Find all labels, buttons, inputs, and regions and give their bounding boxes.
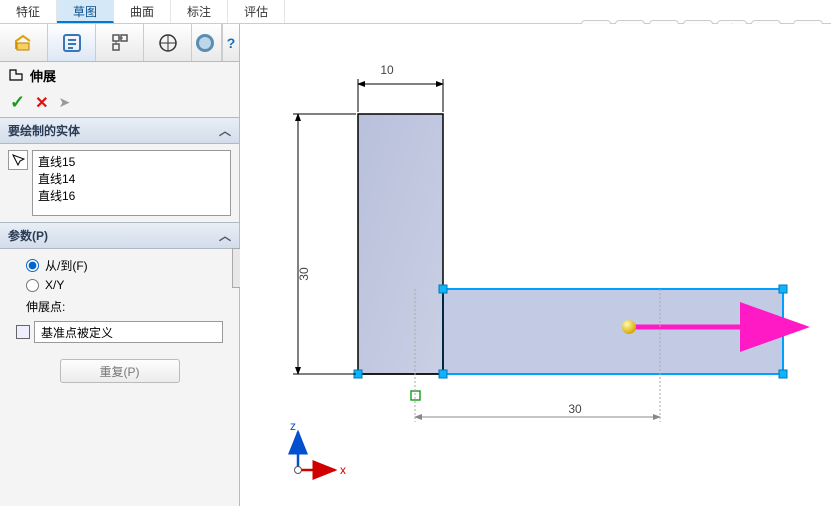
graphics-area[interactable]: 10 30 30 x z (240, 24, 831, 506)
selection-handle[interactable] (439, 285, 447, 293)
list-item[interactable]: 直线16 (38, 188, 225, 205)
dimxpert-tab[interactable] (144, 24, 192, 61)
panel-subtabs: ? (0, 24, 239, 62)
extend-icon (8, 67, 24, 83)
tab-features[interactable]: 特征 (0, 0, 57, 23)
pin-button[interactable]: ➤ (59, 94, 71, 111)
feature-title: 伸展 (30, 66, 56, 85)
tab-evaluate[interactable]: 评估 (228, 0, 285, 23)
datum-row (8, 319, 231, 345)
radio-xy-input[interactable] (26, 279, 39, 292)
datum-field[interactable] (34, 321, 223, 343)
radio-fromto[interactable]: 从/到(F) (8, 255, 231, 276)
ok-button[interactable]: ✓ (10, 92, 25, 113)
feature-tree-tab[interactable] (0, 24, 48, 61)
tab-sketch[interactable]: 草图 (57, 0, 114, 23)
list-item[interactable]: 直线15 (38, 154, 225, 171)
entities-box: 直线15 直线14 直线16 (8, 150, 231, 216)
more-tab[interactable] (192, 24, 222, 61)
chevron-up-icon: ︿ (219, 227, 231, 244)
axis-z-label: z (290, 419, 296, 433)
axis-triad[interactable]: x z (280, 418, 350, 488)
datum-pick-button[interactable] (16, 325, 30, 339)
radio-xy-label: X/Y (45, 278, 64, 292)
entities-section-header[interactable]: 要绘制的实体 ︿ (0, 117, 239, 144)
repeat-button[interactable]: 重复(P) (60, 359, 180, 383)
select-entity-button[interactable] (8, 150, 28, 170)
selection-handle[interactable] (779, 370, 787, 378)
cancel-button[interactable]: ✕ (35, 93, 48, 113)
tab-surface[interactable]: 曲面 (114, 0, 171, 23)
feature-header: 伸展 (0, 62, 239, 88)
command-row: ✓ ✕ ➤ (0, 88, 239, 117)
help-icon[interactable]: ? (222, 24, 239, 61)
property-tab[interactable] (48, 24, 96, 61)
drag-handle-ball[interactable] (622, 320, 636, 334)
selected-region[interactable] (443, 289, 783, 374)
radio-fromto-label: 从/到(F) (45, 257, 88, 274)
radio-fromto-input[interactable] (26, 259, 39, 272)
entities-list[interactable]: 直线15 直线14 直线16 (32, 150, 231, 216)
params-body: 从/到(F) X/Y 伸展点: 重复(P) (0, 249, 239, 389)
property-manager: ? 伸展 ✓ ✕ ➤ 要绘制的实体 ︿ 直线15 直线14 直线16 参数(P)… (0, 24, 240, 506)
dimension-value-top[interactable]: 10 (380, 63, 394, 77)
radio-xy[interactable]: X/Y (8, 276, 231, 294)
selection-handle[interactable] (779, 285, 787, 293)
entities-section-title: 要绘制的实体 (8, 122, 80, 139)
sketch-region-left[interactable] (358, 114, 443, 374)
config-tab[interactable] (96, 24, 144, 61)
list-item[interactable]: 直线14 (38, 171, 225, 188)
tab-annotate[interactable]: 标注 (171, 0, 228, 23)
axis-x-label: x (340, 463, 346, 477)
dimension-value-left[interactable]: 30 (297, 267, 311, 281)
selection-handle[interactable] (439, 370, 447, 378)
extend-point-label: 伸展点: (8, 294, 231, 319)
chevron-up-icon: ︿ (219, 122, 231, 139)
dimension-value-bottom[interactable]: 30 (568, 402, 582, 416)
params-section-title: 参数(P) (8, 227, 48, 244)
params-section-header[interactable]: 参数(P) ︿ (0, 222, 239, 249)
